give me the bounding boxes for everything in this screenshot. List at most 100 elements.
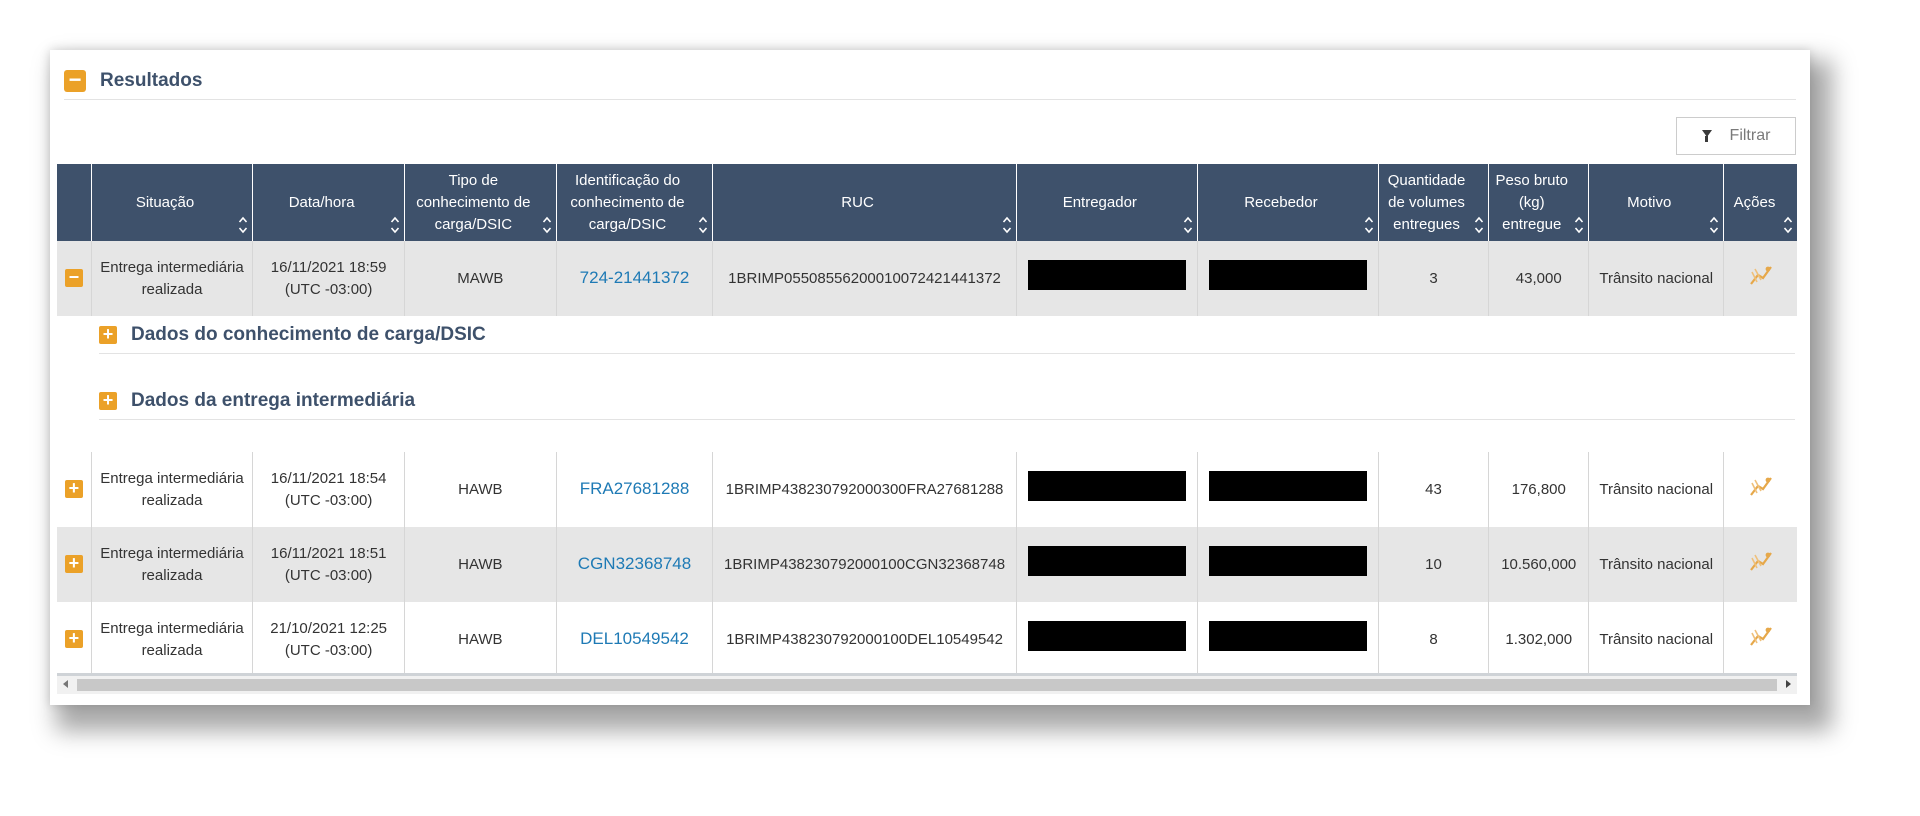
sort-updown-icon[interactable]: [1183, 215, 1193, 235]
sort-updown-icon[interactable]: [1709, 215, 1719, 235]
results-panel: − Resultados Filtrar Situação Data/hora …: [50, 50, 1810, 705]
results-table: Situação Data/hora Tipo de conhecimento …: [57, 164, 1797, 677]
cell-ruc: 1BRIMP438230792000300FRA27681288: [712, 452, 1017, 527]
sort-updown-icon[interactable]: [698, 215, 708, 235]
col-ruc[interactable]: RUC: [712, 164, 1017, 241]
sort-updown-icon[interactable]: [1783, 215, 1793, 235]
plus-icon[interactable]: +: [64, 629, 83, 648]
cell-recebedor: [1197, 241, 1379, 316]
cell-quantidade: 8: [1378, 602, 1490, 677]
sort-updown-icon[interactable]: [390, 215, 400, 235]
section-dados-entrega: + Dados da entrega intermediária: [99, 382, 1795, 420]
cell-recebedor: [1197, 527, 1379, 602]
plus-icon[interactable]: +: [64, 554, 83, 573]
scroll-right-arrow-icon[interactable]: [1786, 680, 1791, 688]
sort-updown-icon[interactable]: [1364, 215, 1374, 235]
expand-section-button[interactable]: +: [99, 325, 117, 344]
col-motivo[interactable]: Motivo: [1588, 164, 1724, 241]
col-identificacao[interactable]: Identificação do conhecimento de carga/D…: [556, 164, 714, 241]
col-data-hora[interactable]: Data/hora: [252, 164, 405, 241]
redacted-entregador: [1027, 621, 1186, 651]
panel-title: Resultados: [100, 70, 203, 91]
cell-peso: 176,800: [1488, 452, 1590, 527]
col-acoes[interactable]: Ações: [1723, 164, 1797, 241]
sort-updown-icon[interactable]: [1574, 215, 1584, 235]
col-recebedor[interactable]: Recebedor: [1197, 164, 1379, 241]
cell-entregador: [1016, 527, 1198, 602]
expanded-details-row: + Dados do conhecimento de carga/DSIC + …: [57, 316, 1797, 452]
cell-peso: 1.302,000: [1488, 602, 1590, 677]
cell-acoes: [1723, 241, 1797, 316]
cell-peso: 43,000: [1488, 241, 1590, 316]
expanded-details: + Dados do conhecimento de carga/DSIC + …: [57, 316, 1797, 452]
scrollbar-thumb[interactable]: [77, 679, 1777, 691]
cell-tipo: HAWB: [404, 452, 557, 527]
results-panel-header: − Resultados: [64, 63, 1796, 100]
plus-icon[interactable]: +: [64, 479, 83, 498]
sort-updown-icon[interactable]: [1002, 215, 1012, 235]
table-row: + Entrega intermediária realizada 16/11/…: [57, 452, 1797, 527]
col-situacao[interactable]: Situação: [91, 164, 254, 241]
route-map-icon[interactable]: [1749, 475, 1773, 504]
redacted-recebedor: [1208, 471, 1367, 501]
cell-acoes: [1723, 527, 1797, 602]
section-title[interactable]: Dados da entrega intermediária: [131, 390, 415, 412]
expand-row-button[interactable]: +: [57, 527, 92, 602]
scroll-left-arrow-icon[interactable]: [63, 680, 68, 688]
cell-recebedor: [1197, 602, 1379, 677]
cell-situacao: Entrega intermediária realizada: [91, 602, 254, 677]
sort-updown-icon[interactable]: [542, 215, 552, 235]
redacted-entregador: [1027, 471, 1186, 501]
cell-motivo: Trânsito nacional: [1588, 452, 1724, 527]
cell-entregador: [1016, 241, 1198, 316]
table-row: − Entrega intermediária realizada 16/11/…: [57, 241, 1797, 316]
cell-identificacao: 724-21441372: [556, 241, 714, 316]
cell-data-hora: 16/11/2021 18:54 (UTC -03:00): [252, 452, 405, 527]
cell-acoes: [1723, 602, 1797, 677]
col-entregador[interactable]: Entregador: [1016, 164, 1198, 241]
identificacao-link[interactable]: FRA27681288: [580, 479, 690, 498]
cell-peso: 10.560,000: [1488, 527, 1590, 602]
cell-data-hora: 16/11/2021 18:59 (UTC -03:00): [252, 241, 405, 316]
sort-updown-icon[interactable]: [238, 215, 248, 235]
cell-quantidade: 3: [1378, 241, 1490, 316]
cell-situacao: Entrega intermediária realizada: [91, 452, 254, 527]
cell-motivo: Trânsito nacional: [1588, 527, 1724, 602]
route-map-icon[interactable]: [1749, 625, 1773, 654]
collapse-results-button[interactable]: −: [64, 69, 86, 92]
collapse-row-button[interactable]: −: [57, 241, 92, 316]
cell-situacao: Entrega intermediária realizada: [91, 527, 254, 602]
table-row: + Entrega intermediária realizada 16/11/…: [57, 527, 1797, 602]
expand-section-button[interactable]: +: [99, 391, 117, 410]
horizontal-scrollbar[interactable]: [57, 673, 1797, 694]
cell-motivo: Trânsito nacional: [1588, 602, 1724, 677]
col-quantidade[interactable]: Quantidade de volumes entregues: [1378, 164, 1490, 241]
filter-button[interactable]: Filtrar: [1676, 117, 1796, 155]
cell-acoes: [1723, 452, 1797, 527]
section-title[interactable]: Dados do conhecimento de carga/DSIC: [131, 324, 486, 346]
table-row: + Entrega intermediária realizada 21/10/…: [57, 602, 1797, 677]
cell-tipo: MAWB: [404, 241, 557, 316]
col-peso[interactable]: Peso bruto (kg) entregue: [1488, 164, 1590, 241]
cell-identificacao: FRA27681288: [556, 452, 714, 527]
identificacao-link[interactable]: CGN32368748: [578, 554, 691, 573]
cell-quantidade: 10: [1378, 527, 1490, 602]
expand-row-button[interactable]: +: [57, 452, 92, 527]
route-map-icon[interactable]: [1749, 264, 1773, 293]
cell-tipo: HAWB: [404, 527, 557, 602]
minus-icon[interactable]: −: [64, 268, 83, 287]
col-tipo[interactable]: Tipo de conhecimento de carga/DSIC: [404, 164, 557, 241]
expand-row-button[interactable]: +: [57, 602, 92, 677]
redacted-entregador: [1027, 260, 1186, 290]
cell-motivo: Trânsito nacional: [1588, 241, 1724, 316]
sort-updown-icon[interactable]: [1474, 215, 1484, 235]
cell-entregador: [1016, 602, 1198, 677]
redacted-recebedor: [1208, 260, 1367, 290]
cell-ruc: 1BRIMP438230792000100CGN32368748: [712, 527, 1017, 602]
redacted-entregador: [1027, 546, 1186, 576]
cell-data-hora: 21/10/2021 12:25 (UTC -03:00): [252, 602, 405, 677]
identificacao-link[interactable]: 724-21441372: [580, 268, 690, 287]
col-expand: [57, 164, 92, 241]
identificacao-link[interactable]: DEL10549542: [580, 629, 689, 648]
route-map-icon[interactable]: [1749, 550, 1773, 579]
